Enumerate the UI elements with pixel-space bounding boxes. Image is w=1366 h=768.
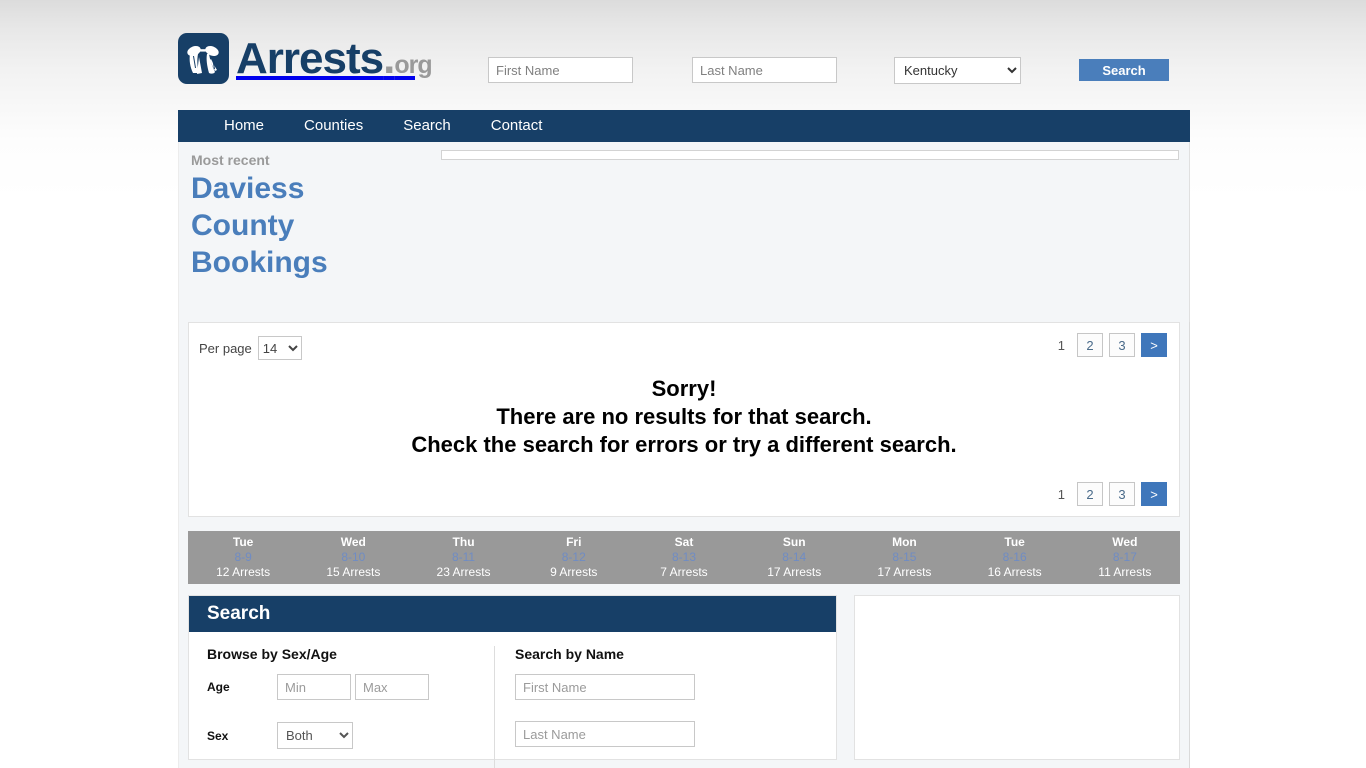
site-container: Arrests.org Kentucky Search Home Countie… <box>178 0 1190 768</box>
pagination-page-3[interactable]: 3 <box>1109 482 1135 506</box>
nav-item-search[interactable]: Search <box>383 110 471 142</box>
date-strip: Tue 8-9 12 Arrests Wed 8-10 15 Arrests T… <box>188 531 1180 584</box>
no-results-line-1: Sorry! <box>651 376 717 401</box>
day-date: 8-17 <box>1112 550 1137 564</box>
nav-item-counties[interactable]: Counties <box>284 110 383 142</box>
results-panel: Per page 14 1 2 3 > Sorry! There are no … <box>188 322 1180 517</box>
pagination-page-2[interactable]: 2 <box>1077 482 1103 506</box>
date-strip-day[interactable]: Thu 8-11 23 Arrests <box>408 531 518 584</box>
date-strip-day[interactable]: Fri 8-12 9 Arrests <box>519 531 629 584</box>
day-date: 8-9 <box>234 550 252 564</box>
search-by-name-heading: Search by Name <box>515 646 624 662</box>
day-name: Thu <box>452 535 475 549</box>
date-strip-day[interactable]: Sat 8-13 7 Arrests <box>629 531 739 584</box>
results-toolbar-top: Per page 14 1 2 3 > <box>189 323 1179 367</box>
day-date: 8-11 <box>451 550 476 564</box>
age-label: Age <box>207 680 230 694</box>
browse-by-sex-age-heading: Browse by Sex/Age <box>207 646 337 662</box>
pagination-current-page: 1 <box>1057 337 1065 353</box>
day-name: Tue <box>232 535 254 549</box>
search-panel-body: Browse by Sex/Age Age Sex Both <box>189 632 836 768</box>
day-arrest-count: 23 Arrests <box>436 565 491 579</box>
site-header: Arrests.org Kentucky Search <box>178 0 1190 110</box>
site-logo-link[interactable]: Arrests.org <box>178 33 433 84</box>
day-date: 8-13 <box>671 550 696 564</box>
nav-item-contact[interactable]: Contact <box>471 110 563 142</box>
browse-by-sex-age-column: Browse by Sex/Age Age Sex Both <box>189 646 494 768</box>
sex-row: Sex Both <box>207 722 494 749</box>
header-state-select[interactable]: Kentucky <box>894 57 1021 84</box>
day-date: 8-14 <box>782 550 807 564</box>
header-first-name-input[interactable] <box>488 57 633 83</box>
day-arrest-count: 11 Arrests <box>1098 565 1152 579</box>
day-arrest-count: 17 Arrests <box>877 565 932 579</box>
handcuffs-icon <box>178 33 229 84</box>
nav-item-home[interactable]: Home <box>204 110 284 142</box>
header-last-name-input[interactable] <box>692 57 837 83</box>
per-page-select[interactable]: 14 <box>257 336 302 360</box>
day-name: Wed <box>340 535 366 549</box>
day-date: 8-12 <box>561 550 586 564</box>
day-arrest-count: 9 Arrests <box>550 565 598 579</box>
day-arrest-count: 12 Arrests <box>216 565 271 579</box>
date-strip-day[interactable]: Wed 8-17 11 Arrests <box>1070 531 1180 584</box>
search-by-name-column: Search by Name <box>494 646 824 768</box>
date-strip-day[interactable]: Mon 8-15 17 Arrests <box>849 531 959 584</box>
no-results-line-3: Check the search for errors or try a dif… <box>411 432 957 457</box>
day-name: Sat <box>674 535 694 549</box>
date-strip-day[interactable]: Wed 8-10 15 Arrests <box>298 531 408 584</box>
day-name: Mon <box>892 535 917 549</box>
hero-section: Most recent Daviess County Bookings <box>178 142 1190 322</box>
main-navigation: Home Counties Search Contact <box>178 110 1190 142</box>
pagination-page-2[interactable]: 2 <box>1077 333 1103 357</box>
pagination-next-button[interactable]: > <box>1141 333 1167 357</box>
date-strip-day[interactable]: Sun 8-14 17 Arrests <box>739 531 849 584</box>
per-page-control: Per page 14 <box>199 336 302 360</box>
day-name: Sun <box>782 535 806 549</box>
hero-eyebrow: Most recent <box>191 152 270 168</box>
search-panel-title: Search <box>207 603 271 624</box>
search-panel-header: Search <box>189 596 836 632</box>
no-results-message: Sorry! There are no results for that sea… <box>189 367 1179 459</box>
day-name: Wed <box>1112 535 1138 549</box>
pagination-bottom: 1 2 3 > <box>1052 482 1167 506</box>
top-ad-placeholder <box>441 150 1179 160</box>
per-page-label: Per page <box>199 340 252 356</box>
no-results-line-2: There are no results for that search. <box>496 404 872 429</box>
day-date: 8-15 <box>892 550 917 564</box>
day-date: 8-16 <box>1002 550 1027 564</box>
brand-tld: org <box>394 50 432 79</box>
sex-label: Sex <box>207 728 229 743</box>
sidebar-ad-placeholder <box>854 595 1180 760</box>
day-arrest-count: 7 Arrests <box>660 565 708 579</box>
search-last-name-input[interactable] <box>515 721 695 747</box>
page-title: Daviess County Bookings <box>191 172 328 279</box>
age-row: Age <box>207 674 494 700</box>
date-strip-day[interactable]: Tue 8-9 12 Arrests <box>188 531 298 584</box>
age-max-input[interactable] <box>355 674 429 700</box>
search-first-name-input[interactable] <box>515 674 695 700</box>
pagination-current-page: 1 <box>1057 486 1065 502</box>
brand-separator-dot: . <box>383 33 395 83</box>
date-strip-day[interactable]: Tue 8-16 16 Arrests <box>960 531 1070 584</box>
search-panel: Search Browse by Sex/Age Age Sex <box>188 595 837 768</box>
sex-select[interactable]: Both <box>277 722 353 749</box>
day-arrest-count: 16 Arrests <box>987 565 1042 579</box>
day-name: Tue <box>1004 535 1025 549</box>
day-arrest-count: 17 Arrests <box>767 565 822 579</box>
bottom-section: Search Browse by Sex/Age Age Sex <box>188 595 1180 768</box>
header-search-button[interactable]: Search <box>1079 59 1169 81</box>
brand-name: Arrests <box>236 33 384 83</box>
day-name: Fri <box>566 535 582 549</box>
age-min-input[interactable] <box>277 674 351 700</box>
pagination-page-3[interactable]: 3 <box>1109 333 1135 357</box>
brand-wordmark: Arrests.org <box>236 33 433 83</box>
pagination-next-button[interactable]: > <box>1141 482 1167 506</box>
pagination-top: 1 2 3 > <box>1052 333 1167 357</box>
day-date: 8-10 <box>341 550 366 564</box>
results-toolbar-bottom: 1 2 3 > <box>189 472 1179 516</box>
day-arrest-count: 15 Arrests <box>326 565 381 579</box>
